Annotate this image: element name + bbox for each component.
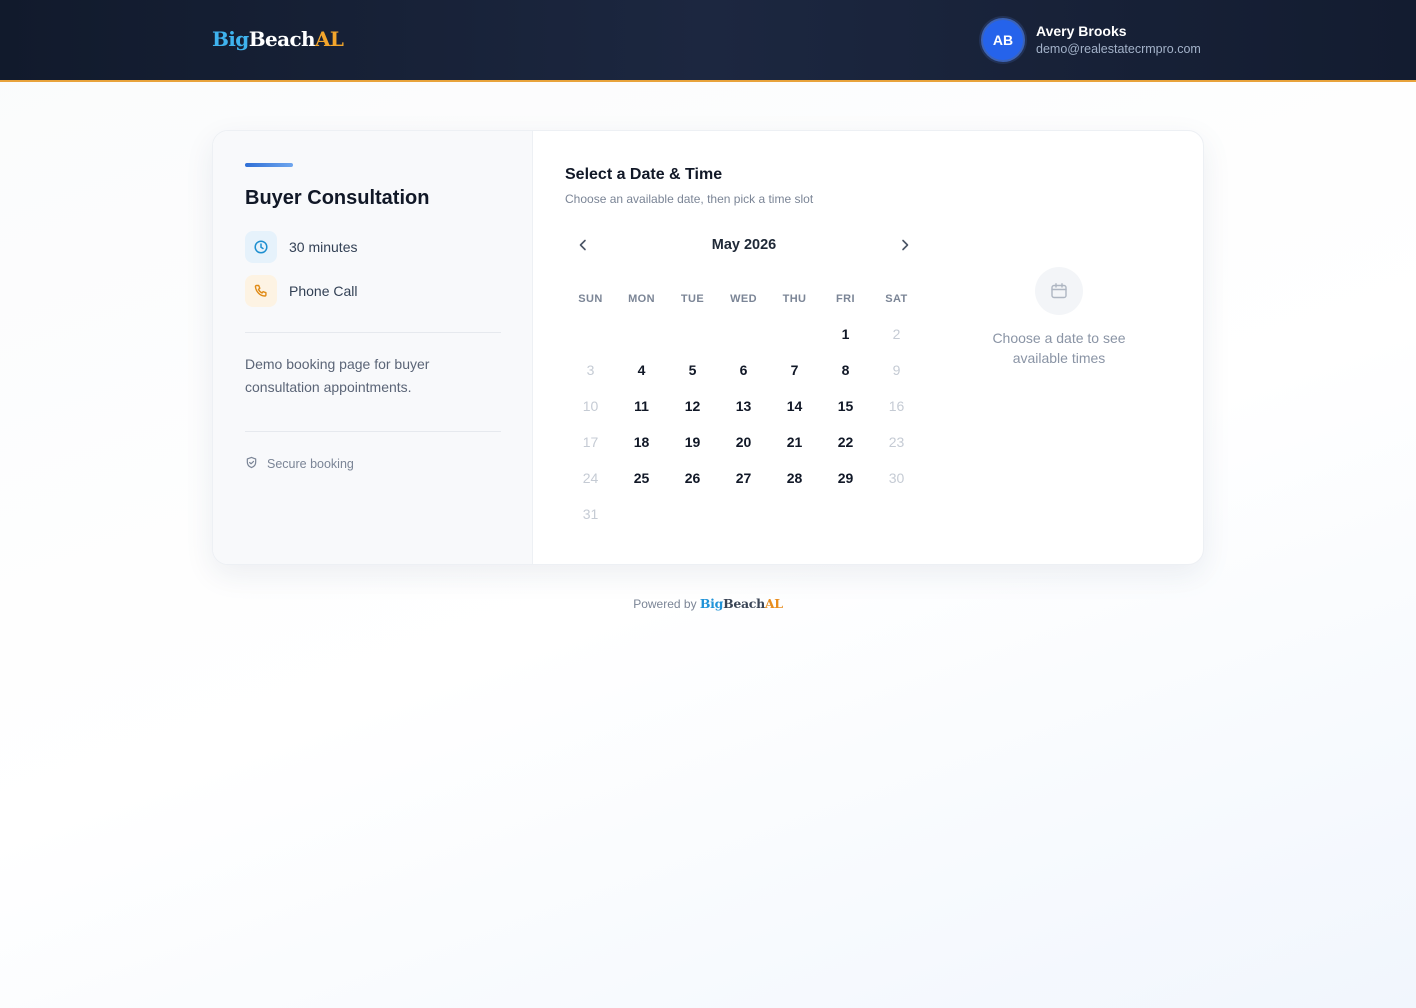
month-label: May 2026 [711, 237, 777, 253]
user-email: demo@realestatecrmpro.com [1036, 42, 1201, 56]
duration-label: 30 minutes [289, 239, 358, 255]
booking-card: Buyer Consultation 30 minutes Phone Call… [212, 130, 1204, 565]
calendar-day: 23 [888, 434, 905, 450]
calendar-day[interactable]: 27 [718, 460, 769, 496]
calendar-icon [1035, 267, 1083, 315]
calendar-day: 17 [582, 434, 599, 450]
chevron-right-icon [898, 238, 912, 257]
next-month-button[interactable] [891, 233, 919, 261]
powered-by-label: Powered by [633, 597, 697, 611]
divider [245, 332, 501, 333]
secure-booking-note: Secure booking [245, 456, 354, 472]
calendar-day[interactable]: 22 [820, 424, 871, 460]
event-title: Buyer Consultation [245, 187, 430, 209]
calendar-day[interactable]: 19 [667, 424, 718, 460]
scheduler-title: Select a Date & Time [565, 166, 723, 183]
secure-booking-label: Secure booking [267, 457, 354, 471]
accent-bar [245, 163, 293, 167]
times-empty-message: Choose a date to see available times [992, 330, 1126, 366]
calendar-day[interactable]: 8 [820, 352, 871, 388]
calendar-day[interactable]: 25 [616, 460, 667, 496]
calendar-day[interactable]: 5 [667, 352, 718, 388]
calendar-day: 31 [582, 506, 599, 522]
user-profile[interactable]: AB Avery Brooks demo@realestatecrmpro.co… [981, 18, 1201, 62]
calendar-day[interactable]: 4 [616, 352, 667, 388]
calendar-day[interactable]: 15 [820, 388, 871, 424]
weekday-header: WED [730, 293, 757, 305]
time-slots-panel: Choose a date to see available times [971, 267, 1147, 368]
location-row: Phone Call [245, 275, 358, 307]
weekday-header: TUE [680, 293, 705, 305]
user-name: Avery Brooks [1036, 23, 1127, 39]
prev-month-button[interactable] [569, 233, 597, 261]
user-info: Avery Brooks demo@realestatecrmpro.com [1036, 22, 1201, 58]
location-label: Phone Call [289, 283, 358, 299]
top-header: BigBeachAL AB Avery Brooks demo@realesta… [0, 0, 1416, 82]
calendar-day[interactable]: 20 [718, 424, 769, 460]
weekday-header: SUN [578, 293, 603, 305]
calendar-day: 9 [892, 362, 901, 378]
event-description: Demo booking page for buyer consultation… [245, 356, 430, 395]
calendar-day[interactable]: 12 [667, 388, 718, 424]
brand-logo[interactable]: BigBeachAL [212, 27, 344, 51]
calendar-day[interactable]: 11 [616, 388, 667, 424]
chevron-left-icon [576, 238, 590, 257]
weekday-header: SAT [885, 293, 908, 305]
weekday-header: FRI [836, 293, 855, 305]
calendar-day[interactable]: 1 [820, 316, 871, 352]
calendar-day: 3 [586, 362, 595, 378]
divider [245, 431, 501, 432]
calendar-day[interactable]: 6 [718, 352, 769, 388]
calendar-day[interactable]: 7 [769, 352, 820, 388]
calendar-day[interactable]: 14 [769, 388, 820, 424]
weekday-header: MON [628, 293, 655, 305]
calendar-day[interactable]: 21 [769, 424, 820, 460]
duration-row: 30 minutes [245, 231, 357, 263]
calendar-day[interactable]: 18 [616, 424, 667, 460]
calendar-day[interactable]: 28 [769, 460, 820, 496]
calendar-day: 16 [888, 398, 905, 414]
footer-logo[interactable]: BigBeachAL [700, 596, 783, 611]
avatar[interactable]: AB [981, 18, 1025, 62]
calendar-day[interactable]: 13 [718, 388, 769, 424]
calendar-day: 2 [892, 326, 901, 342]
calendar-day: 30 [888, 470, 905, 486]
event-details-panel: Buyer Consultation 30 minutes Phone Call… [213, 131, 533, 564]
scheduler-subtitle: Choose an available date, then pick a ti… [565, 192, 814, 206]
calendar-day: 24 [582, 470, 599, 486]
clock-icon [245, 231, 277, 263]
weekday-header: THU [782, 293, 807, 305]
shield-icon [245, 456, 258, 472]
calendar-day[interactable]: 26 [667, 460, 718, 496]
calendar-day[interactable]: 29 [820, 460, 871, 496]
calendar-day: 10 [582, 398, 599, 414]
phone-icon [245, 275, 277, 307]
footer: Powered by BigBeachAL [0, 596, 1416, 611]
